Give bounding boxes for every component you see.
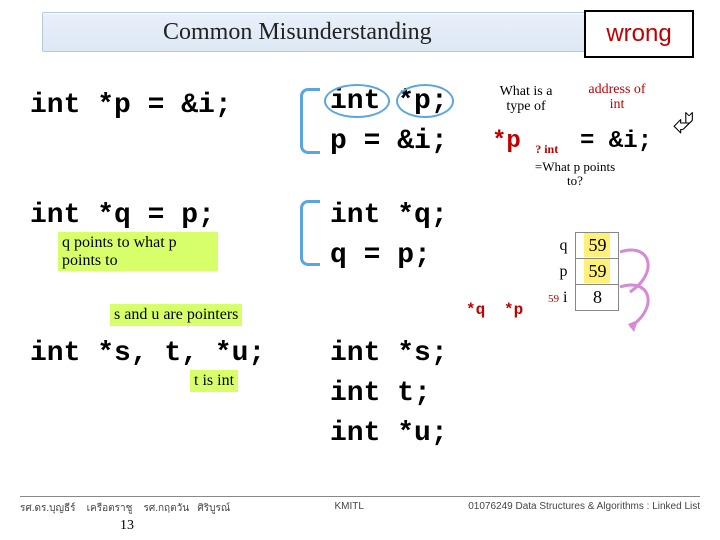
wrong-label: wrong <box>606 20 671 48</box>
oval-starp <box>396 84 454 118</box>
brace-2 <box>300 200 320 266</box>
f2: เครือตราชู <box>87 503 133 514</box>
note-text: t is int <box>194 372 234 389</box>
code-left-1: int *p = &i; <box>30 90 232 121</box>
note-text: =What p points to? <box>535 159 615 188</box>
row-label: p <box>540 259 576 285</box>
oval-int <box>324 84 390 118</box>
code-left-2: int *q = p; <box>30 200 215 231</box>
note-t-int: t is int <box>190 370 238 392</box>
p-sub: ? int <box>535 142 558 156</box>
val: 59 <box>584 259 610 283</box>
code-text: int *q; <box>330 200 448 231</box>
arrow-loops <box>610 232 670 342</box>
footer-mid: KMITL <box>334 501 363 516</box>
code-text: q = p; <box>330 240 431 271</box>
code-right-1b: p = &i; <box>330 126 448 157</box>
mouse-icon: ⮰ <box>672 108 694 140</box>
note-text: q points to what p points to <box>62 234 177 269</box>
footer: รศ.ดร.บุญธีร์ เครือตราชู รศ.กฤตวัน ศิริบ… <box>20 496 700 516</box>
note-q-points: q points to what p points to <box>58 232 218 271</box>
code-right-2b: q = p; <box>330 240 431 271</box>
text: *q <box>466 301 485 319</box>
lbl: i <box>563 289 567 306</box>
code-text: p = &i; <box>330 126 448 157</box>
wrong-box: wrong <box>584 10 694 58</box>
code-right-2a: int *q; <box>330 200 448 231</box>
footer-right: 01076249 Data Structures & Algorithms : … <box>468 501 700 516</box>
star-p-label: *p <box>504 302 523 320</box>
f1: รศ.ดร.บุญธีร์ <box>20 503 75 514</box>
star-p: *p <box>492 128 521 155</box>
code-right-3b: int t; <box>330 378 431 409</box>
footer-left: รศ.ดร.บุญธีร์ เครือตราชู รศ.กฤตวัน ศิริบ… <box>20 501 230 516</box>
code-text: int t; <box>330 378 431 409</box>
note-su-pointers: s and u are pointers <box>110 304 242 326</box>
title-text: Common Misunderstanding <box>163 19 432 46</box>
starp-deriv: *p ? int <box>492 128 558 157</box>
row-label: 59 i <box>540 285 576 311</box>
note-text: What is a type of <box>500 84 553 114</box>
star-q-label: *q <box>466 302 485 320</box>
val: 59 <box>584 233 610 257</box>
table-row: p 59 <box>540 259 619 285</box>
code-text: int *s; <box>330 338 448 369</box>
note-addr-int: address of int <box>582 82 652 113</box>
icon-glyph: ⮰ <box>672 108 694 139</box>
note-what-type: What is a type of <box>486 84 566 115</box>
eq-text: = &i; <box>580 128 652 155</box>
slide-number: 13 <box>120 518 134 534</box>
brace-1 <box>300 88 320 154</box>
text: *p <box>504 301 523 319</box>
f4: ศิริบูรณ์ <box>197 503 230 514</box>
addr: 59 <box>548 293 559 305</box>
row-label: q <box>540 233 576 259</box>
eq-amp-i: = &i; <box>580 128 652 155</box>
code-right-3c: int *u; <box>330 418 448 449</box>
f3: รศ.กฤตวัน <box>144 503 190 514</box>
code-text: int *s, t, *u; <box>30 338 265 369</box>
table-row: 59 i 8 <box>540 285 619 311</box>
code-text: int *q = p; <box>30 200 215 231</box>
title-bar: Common Misunderstanding <box>42 12 678 52</box>
code-left-3: int *s, t, *u; <box>30 338 265 369</box>
note-p-points: =What p points to? <box>530 160 620 189</box>
note-text: address of int <box>588 82 645 112</box>
pointer-table: q 59 p 59 59 i 8 <box>540 232 619 311</box>
code-text: int *p = &i; <box>30 90 232 121</box>
note-text: s and u are pointers <box>114 306 238 323</box>
code-right-3a: int *s; <box>330 338 448 369</box>
table-row: q 59 <box>540 233 619 259</box>
code-text: int *u; <box>330 418 448 449</box>
